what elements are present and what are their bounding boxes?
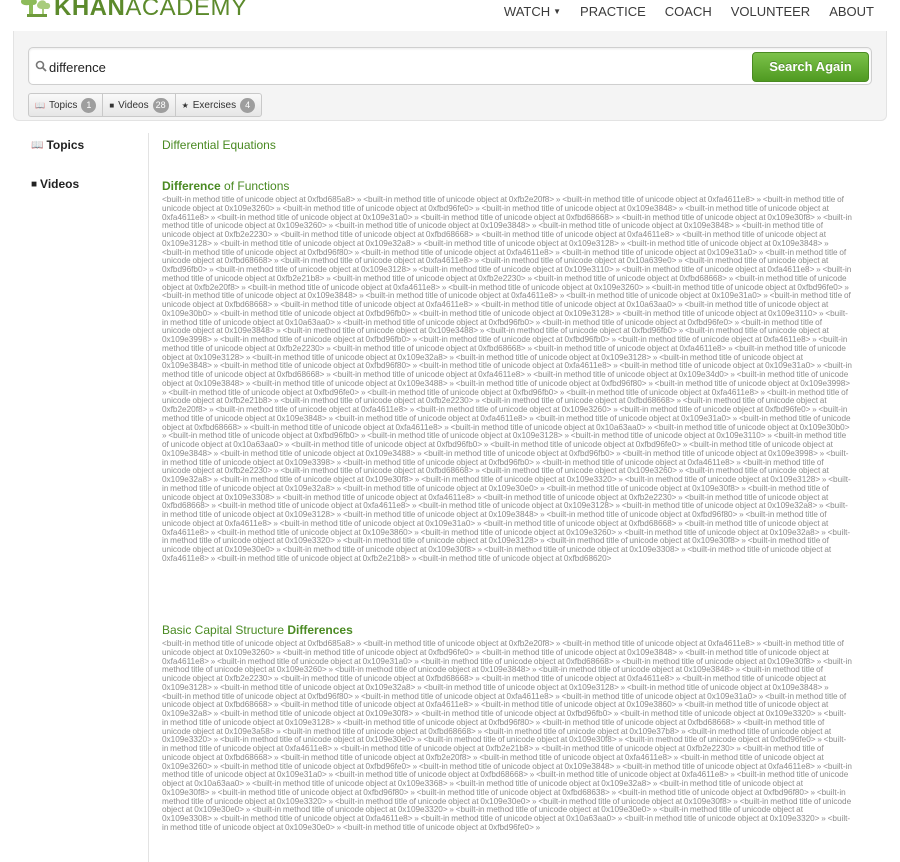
topics-section-heading: 📖 Topics (31, 138, 84, 152)
filter-topics-count: 1 (81, 97, 97, 113)
nav-about[interactable]: ABOUT (829, 4, 874, 19)
nav-volunteer[interactable]: VOLUNTEER (731, 4, 810, 19)
title-match-highlight: Differences (287, 623, 353, 637)
videos-section-heading: ■ Videos (31, 177, 79, 191)
video-camera-icon: ■ (31, 178, 38, 190)
search-panel: Search Again 📖 Topics 1 ■ Videos 28 ★ Ex… (13, 31, 887, 121)
book-icon: 📖 (31, 139, 44, 151)
video-result-title[interactable]: Basic Capital Structure Differences (162, 623, 852, 637)
nav-watch[interactable]: WATCH ▼ (504, 4, 561, 19)
brand-name: KHANACADEMY (54, 0, 248, 21)
title-match-highlight: Difference (162, 179, 221, 193)
nav-coach[interactable]: COACH (665, 4, 712, 19)
caret-down-icon: ▼ (553, 7, 562, 16)
video-result-description: <built-in method title of unicode object… (162, 640, 852, 832)
video-result-title[interactable]: Difference of Functions (162, 179, 852, 193)
content-divider (148, 133, 149, 862)
video-result-description: <built-in method title of unicode object… (162, 196, 852, 563)
filter-videos[interactable]: ■ Videos 28 (103, 94, 176, 116)
filter-exercises[interactable]: ★ Exercises 4 (176, 94, 262, 116)
filter-exercises-count: 4 (240, 97, 256, 113)
search-results: Differential Equations Difference of Fun… (162, 138, 852, 862)
video-camera-icon: ■ (109, 100, 115, 110)
title-rest: of Functions (220, 179, 290, 193)
video-result: Difference of Functions <built-in method… (162, 179, 852, 610)
search-icon (35, 60, 47, 72)
filter-exercises-label: Exercises (192, 99, 237, 111)
khan-academy-logo[interactable]: KHANACADEMY (18, 0, 248, 24)
search-again-button[interactable]: Search Again (752, 52, 869, 82)
top-nav: WATCH ▼ PRACTICE COACH VOLUNTEER ABOUT (504, 4, 874, 19)
book-icon: 📖 (35, 100, 45, 110)
video-result: Basic Capital Structure Differences <bui… (162, 623, 852, 862)
filter-topics[interactable]: 📖 Topics 1 (29, 94, 104, 116)
nav-practice[interactable]: PRACTICE (580, 4, 646, 19)
filter-topics-label: Topics (48, 99, 78, 111)
search-input[interactable] (49, 57, 729, 77)
tree-icon (20, 0, 51, 17)
filter-videos-count: 28 (152, 97, 169, 113)
filter-videos-label: Videos (118, 99, 149, 111)
topics-heading-label: Topics (46, 138, 85, 152)
site-header: KHANACADEMY WATCH ▼ PRACTICE COACH VOLUNT… (0, 0, 900, 30)
result-type-filters: 📖 Topics 1 ■ Videos 28 ★ Exercises 4 (28, 93, 263, 117)
videos-heading-label: Videos (40, 177, 80, 191)
topic-result-link[interactable]: Differential Equations (162, 138, 852, 152)
search-box: Search Again (28, 47, 872, 85)
star-icon: ★ (181, 100, 189, 110)
title-pre: Basic Capital Structure (162, 623, 288, 637)
